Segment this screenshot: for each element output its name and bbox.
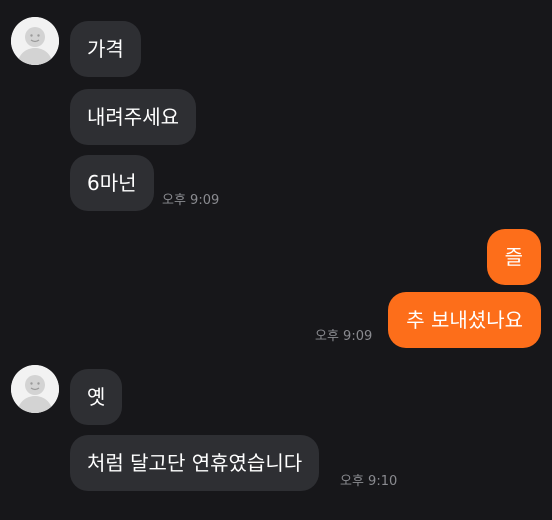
message-bubble-outgoing[interactable]: 즐 [486, 229, 541, 285]
message-bubble-incoming[interactable]: 가격 [70, 21, 141, 77]
message-bubble-incoming[interactable]: 옛 [70, 369, 123, 425]
message-bubble-incoming[interactable]: 처럼 달고단 연휴였습니다 [70, 435, 320, 491]
message-bubble-incoming[interactable]: 6마넌 [70, 155, 154, 211]
default-profile-icon [11, 365, 59, 413]
message-timestamp: 오후 9:10 [340, 474, 398, 489]
message-bubble-incoming[interactable]: 내려주세요 [70, 89, 196, 145]
default-profile-icon [11, 17, 59, 65]
profile-avatar[interactable] [11, 365, 59, 413]
message-timestamp: 오후 9:09 [162, 193, 220, 208]
message-timestamp: 오후 9:09 [315, 329, 373, 344]
profile-avatar[interactable] [11, 17, 59, 65]
message-bubble-outgoing[interactable]: 추 보내셨나요 [388, 292, 541, 348]
